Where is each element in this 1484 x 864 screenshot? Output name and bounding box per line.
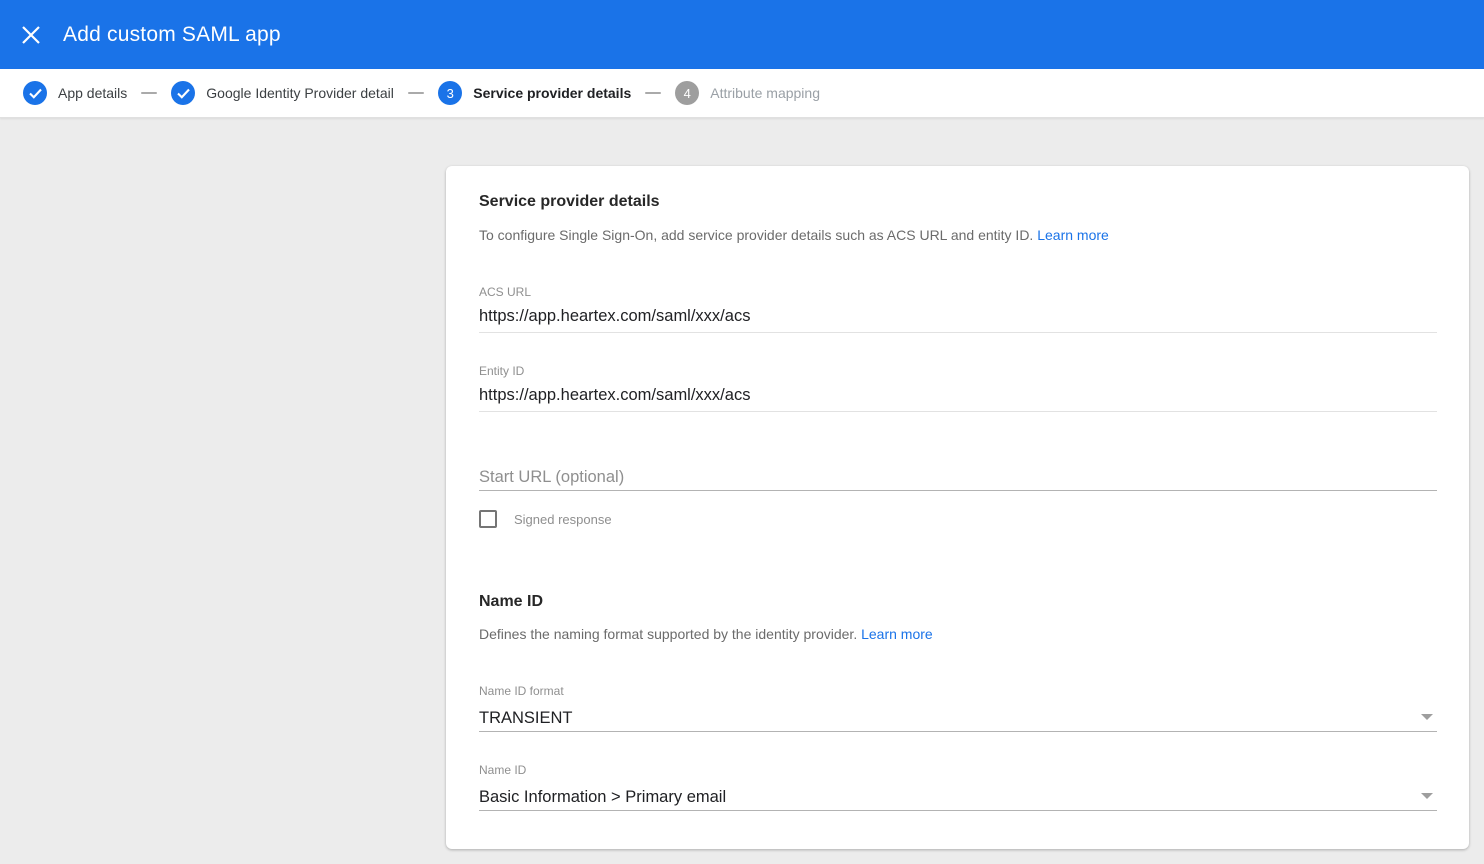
signed-response-checkbox[interactable] xyxy=(479,510,497,528)
dialog-title: Add custom SAML app xyxy=(63,23,281,47)
close-button[interactable] xyxy=(11,15,51,55)
step-3-label: Service provider details xyxy=(473,85,631,101)
step-separator xyxy=(141,92,157,94)
entity-id-input[interactable] xyxy=(479,385,1437,412)
acs-url-input[interactable] xyxy=(479,306,1437,333)
step-google-idp-details[interactable]: Google Identity Provider details xyxy=(171,81,394,105)
step-2-label: Google Identity Provider details xyxy=(206,85,394,101)
description-text: To configure Single Sign-On, add service… xyxy=(479,227,1033,243)
signed-response-label: Signed response xyxy=(514,512,612,527)
name-id-format-dropdown[interactable]: Name ID format TRANSIENT xyxy=(479,684,1437,732)
wizard-stepper: App details Google Identity Provider det… xyxy=(0,69,1484,118)
section-heading-name-id: Name ID xyxy=(479,593,543,611)
section-heading-service-provider: Service provider details xyxy=(479,193,660,211)
signed-response-row[interactable]: Signed response xyxy=(479,510,612,528)
name-id-value: Basic Information > Primary email xyxy=(479,787,1437,807)
step-attribute-mapping[interactable]: 4 Attribute mapping xyxy=(675,81,820,105)
step-2-circle xyxy=(171,81,195,105)
entity-id-label: Entity ID xyxy=(479,364,1437,378)
step-1-circle xyxy=(23,81,47,105)
dropdown-caret-icon xyxy=(1421,714,1433,720)
step-separator xyxy=(645,92,661,94)
acs-url-field: ACS URL xyxy=(479,285,1437,333)
step-4-label: Attribute mapping xyxy=(710,85,820,101)
start-url-field xyxy=(479,467,1437,491)
learn-more-link[interactable]: Learn more xyxy=(1037,227,1109,243)
dropdown-caret-icon xyxy=(1421,793,1433,799)
step-3-circle: 3 xyxy=(438,81,462,105)
close-icon xyxy=(21,25,41,45)
name-id-label: Name ID xyxy=(479,763,1437,777)
step-1-label: App details xyxy=(58,85,127,101)
acs-url-label: ACS URL xyxy=(479,285,1437,299)
description-text: Defines the naming format supported by t… xyxy=(479,626,857,642)
learn-more-link[interactable]: Learn more xyxy=(861,626,933,642)
section-description-name-id: Defines the naming format supported by t… xyxy=(479,626,933,642)
step-4-circle: 4 xyxy=(675,81,699,105)
section-description-service-provider: To configure Single Sign-On, add service… xyxy=(479,227,1109,243)
check-icon xyxy=(29,88,42,99)
name-id-format-value: TRANSIENT xyxy=(479,708,1437,728)
check-icon xyxy=(177,88,190,99)
dialog-header: Add custom SAML app xyxy=(0,0,1484,69)
start-url-input[interactable] xyxy=(479,467,1437,491)
service-provider-details-card: Service provider details To configure Si… xyxy=(446,166,1469,849)
entity-id-field: Entity ID xyxy=(479,364,1437,412)
step-service-provider-details[interactable]: 3 Service provider details xyxy=(438,81,631,105)
name-id-format-label: Name ID format xyxy=(479,684,1437,698)
name-id-dropdown[interactable]: Name ID Basic Information > Primary emai… xyxy=(479,763,1437,811)
step-separator xyxy=(408,92,424,94)
step-app-details[interactable]: App details xyxy=(23,81,127,105)
